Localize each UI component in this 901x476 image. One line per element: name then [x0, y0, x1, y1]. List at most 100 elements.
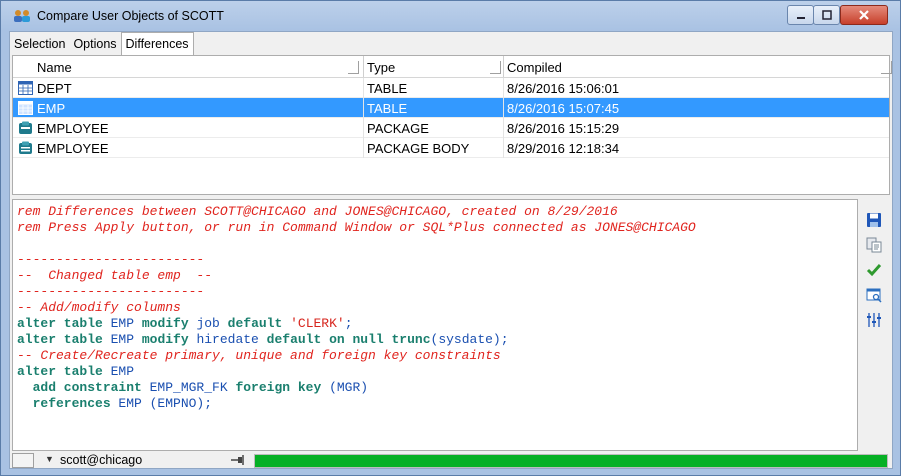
grid-header: Name Type Compiled — [13, 56, 892, 78]
close-icon — [859, 10, 869, 20]
code-token: -- Create/Recreate primary, unique and f… — [17, 348, 501, 363]
code-token: rem Press Apply button, or run in Comman… — [17, 220, 696, 235]
settings-button[interactable] — [864, 310, 884, 330]
connection-label: scott@chicago — [60, 453, 143, 467]
save-button[interactable] — [864, 210, 884, 230]
table-row[interactable]: DEPT TABLE 8/26/2016 15:06:01 — [13, 78, 889, 98]
package-icon — [19, 121, 32, 134]
window-client: Selection Options Differences Name Type … — [9, 31, 893, 469]
progress-fill — [255, 455, 887, 467]
column-divider — [363, 56, 364, 77]
preview-button[interactable] — [864, 285, 884, 305]
cell-name: EMPLOYEE — [37, 141, 109, 156]
column-header-name[interactable]: Name — [37, 60, 72, 75]
code-token: (MGR) — [329, 380, 369, 395]
code-token: ------------------------ — [17, 284, 205, 299]
cell-type: TABLE — [367, 81, 408, 96]
title-bar[interactable]: Compare User Objects of SCOTT — [1, 1, 900, 31]
chevron-down-icon: ▼ — [45, 454, 54, 464]
code-token: references — [17, 396, 119, 411]
code-token: foreign key — [235, 380, 330, 395]
column-header-type[interactable]: Type — [367, 60, 395, 75]
code-token: default on null — [266, 332, 392, 347]
code-line: -- Create/Recreate primary, unique and f… — [17, 348, 857, 364]
code-line: alter table EMP modify hiredate default … — [17, 332, 857, 348]
tab-strip: Selection Options Differences — [10, 32, 194, 56]
window-title: Compare User Objects of SCOTT — [37, 9, 224, 23]
code-line: add constraint EMP_MGR_FK foreign key (M… — [17, 380, 857, 396]
apply-check-icon — [866, 264, 882, 277]
code-token: -- Add/modify columns — [17, 300, 181, 315]
status-indicator — [12, 453, 34, 468]
code-token: ------------------------ — [17, 252, 205, 267]
code-line: -- Changed table emp -- — [17, 268, 857, 284]
save-icon — [867, 213, 881, 227]
code-token: (sysdate); — [430, 332, 509, 347]
connection-dropdown[interactable]: ▼ scott@chicago — [40, 452, 250, 469]
compare-users-icon — [14, 10, 30, 22]
progress-bar — [254, 454, 888, 468]
tab-differences[interactable]: Differences — [120, 32, 194, 56]
cell-type: PACKAGE BODY — [367, 141, 470, 156]
table-icon — [18, 81, 33, 95]
maximize-button[interactable] — [813, 5, 840, 25]
code-line: references EMP (EMPNO); — [17, 396, 857, 412]
code-token: EMP — [110, 332, 142, 347]
column-divider — [363, 78, 364, 158]
apply-button[interactable] — [864, 260, 884, 280]
minimize-button[interactable] — [787, 5, 814, 25]
copy-icon — [866, 237, 882, 253]
tab-selection[interactable]: Selection — [10, 34, 69, 55]
code-token: hiredate — [196, 332, 267, 347]
app-window: Compare User Objects of SCOTT Selection … — [0, 0, 901, 476]
column-resize-handle[interactable] — [490, 61, 501, 74]
settings-sliders-icon — [867, 313, 881, 327]
code-token: EMP — [110, 364, 135, 379]
status-bar: ▼ scott@chicago — [10, 451, 892, 470]
code-token: EMP (EMPNO); — [118, 396, 213, 411]
code-token: ; — [344, 316, 353, 331]
cell-compiled: 8/29/2016 12:18:34 — [507, 141, 620, 156]
column-header-compiled[interactable]: Compiled — [507, 60, 562, 75]
preview-icon — [866, 288, 882, 303]
column-resize-handle[interactable] — [881, 61, 892, 74]
code-token: modify — [141, 332, 197, 347]
code-token: rem Differences between SCOTT@CHICAGO an… — [17, 204, 618, 219]
object-grid[interactable]: Name Type Compiled DEPT TABLE 8/26/2016 … — [12, 55, 892, 195]
code-line: alter table EMP — [17, 364, 857, 380]
table-icon — [18, 101, 33, 115]
copy-button[interactable] — [864, 235, 884, 255]
table-row[interactable]: EMPLOYEE PACKAGE 8/26/2016 15:15:29 — [13, 118, 889, 138]
cell-name: DEPT — [37, 81, 72, 96]
table-row-selected[interactable]: EMP TABLE 8/26/2016 15:07:45 — [13, 98, 889, 118]
code-line: alter table EMP modify job default 'CLER… — [17, 316, 857, 332]
code-token: alter table — [17, 364, 111, 379]
editor-toolbar — [864, 210, 888, 335]
code-token: EMP — [110, 316, 142, 331]
code-token: job — [196, 316, 228, 331]
code-token: trunc — [391, 332, 431, 347]
close-button[interactable] — [840, 5, 888, 25]
cell-compiled: 8/26/2016 15:15:29 — [507, 121, 620, 136]
code-token: modify — [141, 316, 197, 331]
code-line: rem Differences between SCOTT@CHICAGO an… — [17, 204, 857, 220]
code-token: add constraint — [17, 380, 150, 395]
sql-diff-editor[interactable]: rem Differences between SCOTT@CHICAGO an… — [12, 199, 858, 451]
pin-icon[interactable] — [230, 454, 246, 466]
code-token: EMP_MGR_FK — [149, 380, 236, 395]
code-token: alter table — [17, 316, 111, 331]
code-line: ------------------------ — [17, 252, 857, 268]
code-token: alter table — [17, 332, 111, 347]
table-row[interactable]: EMPLOYEE PACKAGE BODY 8/29/2016 12:18:34 — [13, 138, 889, 158]
package-body-icon — [19, 141, 32, 154]
cell-compiled: 8/26/2016 15:06:01 — [507, 81, 620, 96]
tab-options[interactable]: Options — [69, 34, 120, 55]
column-divider — [503, 78, 504, 158]
maximize-icon — [821, 10, 832, 20]
code-token: -- Changed table emp -- — [17, 268, 213, 283]
column-resize-handle[interactable] — [348, 61, 359, 74]
cell-type: TABLE — [367, 101, 408, 116]
cell-type: PACKAGE — [367, 121, 429, 136]
code-line: ------------------------ — [17, 284, 857, 300]
